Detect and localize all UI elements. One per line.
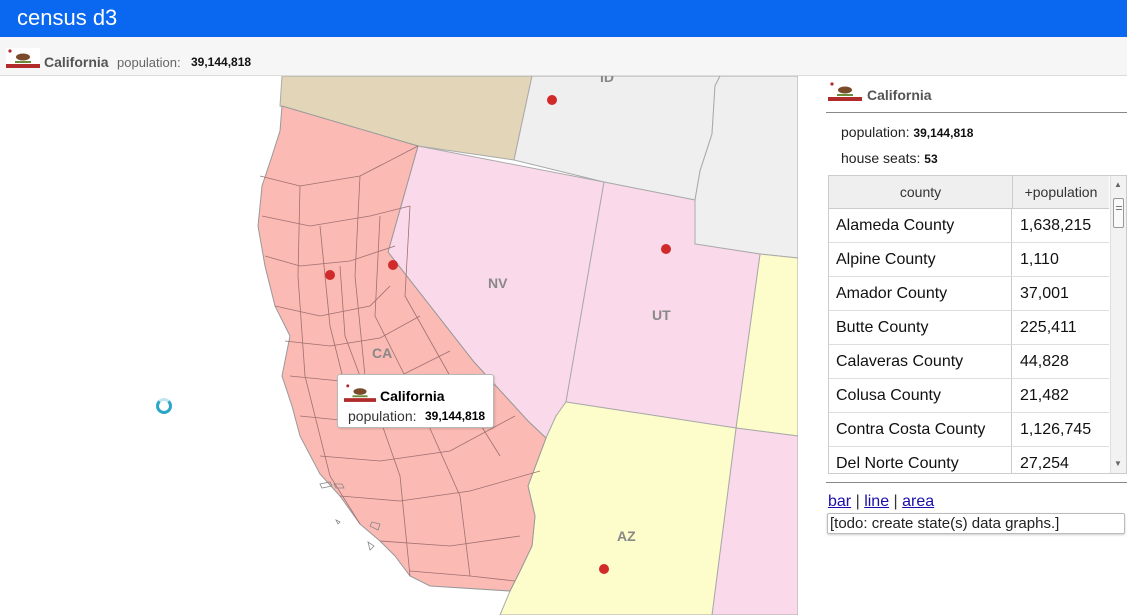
population-label: population: [117, 55, 181, 70]
table-row[interactable]: Del Norte County 27,254 [829, 447, 1109, 473]
county-population-cell: 27,254 [1020, 455, 1069, 472]
county-population-cell: 1,110 [1020, 251, 1059, 268]
county-population-cell: 1,638,215 [1020, 217, 1092, 234]
county-population-cell: 225,411 [1020, 319, 1077, 336]
county-name-cell: Calaveras County [829, 345, 1012, 378]
panel-population-label: population: [841, 124, 910, 140]
graph-links: bar | line | area [828, 493, 934, 511]
county-name-cell: Amador County [829, 277, 1012, 310]
california-flag-icon [344, 383, 376, 402]
table-row[interactable]: Butte County 225,411 [829, 311, 1109, 345]
table-row[interactable]: Contra Costa County 1,126,745 [829, 413, 1109, 447]
house-seats-value: 53 [924, 152, 938, 166]
link-separator: | [893, 493, 898, 510]
table-row[interactable]: Amador County 37,001 [829, 277, 1109, 311]
capital-marker-ut[interactable] [661, 244, 671, 254]
house-seats-label: house seats: [841, 150, 921, 166]
capital-marker-ca[interactable] [325, 270, 335, 280]
tooltip-state-name: California [380, 388, 445, 404]
panel-house-seats: house seats: 53 [841, 150, 938, 166]
state-tooltip: California population: 39,144,818 [337, 374, 494, 428]
capital-marker-id[interactable] [547, 95, 557, 105]
bar-graph-link[interactable]: bar [828, 493, 851, 510]
tooltip-population-label: population: [348, 408, 417, 424]
county-name-cell: Del Norte County [829, 447, 1012, 473]
todo-note: [todo: create state(s) data graphs.] [827, 513, 1125, 534]
spinner-icon [156, 398, 172, 414]
county-population-cell: 44,828 [1020, 353, 1069, 370]
county-table[interactable]: county +population Alameda County 1,638,2… [828, 175, 1127, 474]
link-separator: | [855, 493, 860, 510]
county-name-cell: Colusa County [829, 379, 1012, 412]
table-scrollbar[interactable]: ▲ ▼ [1110, 176, 1126, 473]
state-details-panel: California population: 39,144,818 house … [826, 76, 1127, 615]
state-label-nv: NV [488, 275, 508, 291]
state-label-az: AZ [617, 528, 636, 544]
table-row[interactable]: Calaveras County 44,828 [829, 345, 1109, 379]
scroll-up-icon[interactable]: ▲ [1114, 180, 1122, 189]
capital-marker-nv[interactable] [388, 260, 398, 270]
selected-state-bar: California population: 39,144,818 [0, 37, 1127, 76]
panel-population: population: 39,144,818 [841, 124, 973, 140]
column-header-population[interactable]: +population [1013, 176, 1109, 208]
panel-state-name: California [867, 87, 932, 103]
county-name-cell: Contra Costa County [829, 413, 1012, 446]
table-row[interactable]: Colusa County 21,482 [829, 379, 1109, 413]
app-header: census d3 [0, 0, 1127, 37]
county-name-cell: Butte County [829, 311, 1012, 344]
app-title: census d3 [17, 5, 118, 30]
county-population-cell: 21,482 [1020, 387, 1069, 404]
state-label-ca: CA [372, 345, 392, 361]
us-map[interactable]: ID NV UT CA AZ [0, 76, 798, 615]
county-name-cell: Alameda County [829, 209, 1012, 242]
county-population-cell: 1,126,745 [1020, 421, 1092, 438]
scroll-thumb[interactable] [1113, 198, 1124, 228]
county-population-cell: 37,001 [1020, 285, 1069, 302]
capital-marker-az[interactable] [599, 564, 609, 574]
panel-population-value: 39,144,818 [913, 126, 974, 140]
table-row[interactable]: Alameda County 1,638,215 [829, 209, 1109, 243]
line-graph-link[interactable]: line [864, 493, 889, 510]
tooltip-population-value: 39,144,818 [425, 409, 486, 423]
california-flag-icon [6, 48, 40, 68]
population-value: 39,144,818 [191, 55, 252, 69]
california-flag-icon [828, 81, 862, 101]
panel-header: California [826, 76, 1127, 113]
state-label-ut: UT [652, 307, 671, 323]
county-table-header: county +population [829, 176, 1109, 209]
state-label-id: ID [600, 76, 614, 85]
scroll-down-icon[interactable]: ▼ [1114, 459, 1122, 468]
panel-divider [826, 482, 1127, 483]
county-table-body: Alameda County 1,638,215 Alpine County 1,11… [829, 209, 1109, 473]
column-header-county[interactable]: county [829, 176, 1013, 208]
selected-state-name: California [44, 54, 109, 70]
county-name-cell: Alpine County [829, 243, 1012, 276]
area-graph-link[interactable]: area [902, 493, 934, 510]
table-row[interactable]: Alpine County 1,110 [829, 243, 1109, 277]
